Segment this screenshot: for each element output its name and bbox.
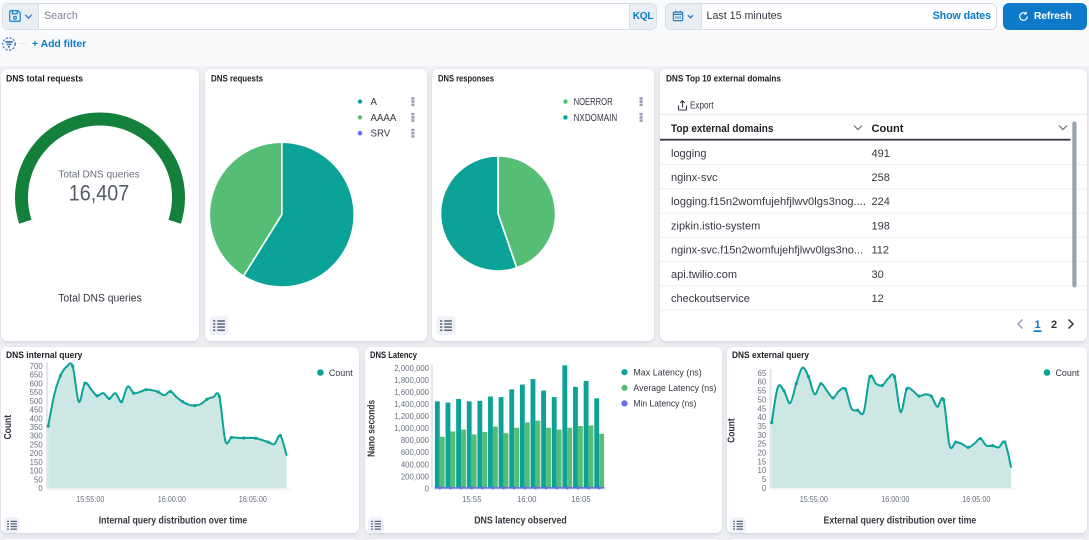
svg-text:DNS Top 10 external domains: DNS Top 10 external domains	[666, 73, 781, 83]
svg-text:0: 0	[761, 483, 766, 492]
svg-text:15:55:00: 15:55:00	[799, 494, 828, 503]
svg-text:20: 20	[757, 448, 766, 457]
svg-text:DNS internal query: DNS internal query	[6, 350, 83, 360]
svg-text:A: A	[371, 97, 378, 108]
svg-text:Max Latency (ns): Max Latency (ns)	[633, 366, 701, 377]
svg-text:65: 65	[757, 368, 766, 377]
svg-text:api.twilio.com: api.twilio.com	[671, 268, 737, 280]
svg-text:200: 200	[30, 449, 44, 458]
svg-text:250: 250	[30, 440, 44, 449]
svg-text:1,400,000: 1,400,000	[394, 400, 429, 409]
svg-text:45: 45	[757, 404, 766, 413]
svg-text:16:00:00: 16:00:00	[158, 494, 187, 503]
svg-text:5: 5	[761, 475, 766, 484]
svg-text:Count: Count	[727, 417, 738, 442]
svg-text:Min Latency (ns): Min Latency (ns)	[633, 397, 696, 408]
svg-text:DNS external query: DNS external query	[732, 350, 810, 360]
svg-text:DNS latency observed: DNS latency observed	[474, 515, 567, 526]
svg-text:10: 10	[757, 466, 766, 475]
svg-text:Nano seconds: Nano seconds	[366, 399, 377, 456]
svg-text:15:55: 15:55	[462, 494, 482, 503]
svg-text:16:05: 16:05	[571, 494, 591, 503]
svg-text:224: 224	[872, 196, 890, 208]
svg-text:700: 700	[30, 361, 44, 370]
svg-text:400,000: 400,000	[400, 460, 429, 469]
svg-text:2: 2	[1051, 319, 1057, 331]
svg-text:258: 258	[872, 172, 890, 184]
svg-text:40: 40	[757, 413, 766, 422]
svg-text:AAAA: AAAA	[371, 112, 397, 123]
svg-text:Average Latency (ns): Average Latency (ns)	[633, 382, 716, 393]
svg-text:DNS responses: DNS responses	[438, 73, 494, 83]
svg-text:16:00: 16:00	[516, 494, 536, 503]
svg-text:600,000: 600,000	[400, 448, 429, 457]
svg-text:60: 60	[757, 377, 766, 386]
svg-text:0: 0	[38, 484, 43, 493]
svg-text:16:05:00: 16:05:00	[239, 494, 268, 503]
svg-text:1: 1	[1034, 319, 1040, 331]
svg-text:NOERROR: NOERROR	[574, 97, 613, 108]
svg-text:Total DNS queries: Total DNS queries	[58, 292, 142, 304]
svg-text:55: 55	[757, 386, 766, 395]
svg-text:DNS requests: DNS requests	[211, 73, 263, 83]
svg-text:35: 35	[757, 422, 766, 431]
svg-text:logging: logging	[671, 147, 706, 159]
svg-text:30: 30	[872, 268, 884, 280]
svg-text:2,000,000: 2,000,000	[394, 364, 429, 373]
svg-text:650: 650	[30, 370, 44, 379]
svg-text:30: 30	[757, 430, 766, 439]
svg-text:logging.f15n2womfujehfjlwv0lgs: logging.f15n2womfujehfjlwv0lgs3nog....	[671, 196, 866, 208]
svg-text:198: 198	[872, 220, 890, 232]
svg-text:25: 25	[757, 439, 766, 448]
svg-text:15: 15	[757, 457, 766, 466]
svg-text:16,407: 16,407	[69, 180, 129, 205]
svg-text:550: 550	[30, 388, 44, 397]
svg-text:External query distribution ov: External query distribution over time	[823, 515, 976, 526]
svg-text:Count: Count	[329, 366, 353, 377]
svg-text:NXDOMAIN: NXDOMAIN	[574, 112, 618, 123]
svg-text:491: 491	[872, 147, 890, 159]
svg-text:1,000,000: 1,000,000	[394, 424, 429, 433]
svg-text:Total DNS queries: Total DNS queries	[58, 169, 139, 180]
svg-text:Count: Count	[3, 414, 14, 439]
svg-text:350: 350	[30, 423, 44, 432]
svg-text:16:00:00: 16:00:00	[881, 494, 910, 503]
svg-text:500: 500	[30, 396, 44, 405]
svg-text:DNS total requests: DNS total requests	[6, 73, 83, 83]
svg-text:Top external domains: Top external domains	[671, 123, 773, 135]
svg-text:1,800,000: 1,800,000	[394, 376, 429, 385]
svg-text:1,600,000: 1,600,000	[394, 388, 429, 397]
svg-text:Count: Count	[872, 123, 904, 135]
svg-text:50: 50	[34, 475, 43, 484]
svg-text:Internal query distribution ov: Internal query distribution over time	[99, 515, 248, 526]
svg-text:zipkin.istio-system: zipkin.istio-system	[671, 220, 760, 232]
svg-text:112: 112	[872, 244, 890, 256]
svg-text:0: 0	[424, 484, 429, 493]
svg-text:nginx-svc: nginx-svc	[671, 172, 718, 184]
svg-text:nginx-svc.f15n2womfujehfjlwv0l: nginx-svc.f15n2womfujehfjlwv0lgs3no...	[671, 244, 863, 256]
svg-text:100: 100	[30, 466, 44, 475]
svg-text:50: 50	[757, 395, 766, 404]
svg-text:12: 12	[872, 293, 884, 305]
svg-text:300: 300	[30, 431, 44, 440]
svg-text:200,000: 200,000	[400, 472, 429, 481]
svg-text:15:55:00: 15:55:00	[76, 494, 105, 503]
svg-text:16:05:00: 16:05:00	[962, 494, 991, 503]
svg-text:150: 150	[30, 457, 44, 466]
svg-text:Export: Export	[690, 100, 714, 111]
svg-text:450: 450	[30, 405, 44, 414]
svg-text:400: 400	[30, 414, 44, 423]
svg-text:600: 600	[30, 379, 44, 388]
svg-text:checkoutservice: checkoutservice	[671, 293, 750, 305]
svg-text:DNS Latency: DNS Latency	[370, 350, 418, 360]
svg-text:800,000: 800,000	[400, 436, 429, 445]
svg-text:1,200,000: 1,200,000	[394, 412, 429, 421]
svg-text:Count: Count	[1055, 366, 1079, 377]
svg-text:SRV: SRV	[371, 128, 391, 139]
